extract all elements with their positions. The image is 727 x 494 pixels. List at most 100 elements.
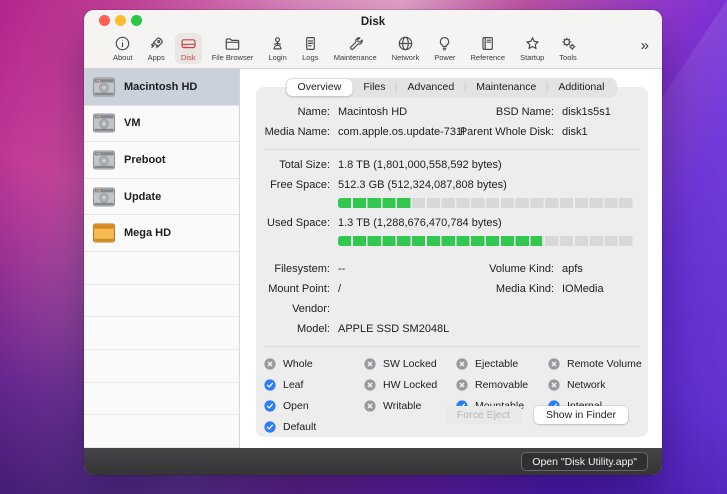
sidebar-empty-row [84, 285, 239, 318]
toolbar-item-login[interactable]: Login [263, 33, 291, 64]
toolbar-item-logs[interactable]: Logs [297, 33, 324, 64]
flag-label: Open [283, 399, 309, 412]
flag-leaf: Leaf [264, 374, 364, 395]
overview-rows: Name: Macintosh HD BSD Name: disk1s5s1 Media… [256, 103, 648, 347]
tab-overview[interactable]: Overview [286, 79, 353, 96]
main-content: Overview Files Advanced Maintenance Addition… [240, 69, 662, 448]
field-label: Parent Whole Disk: [459, 126, 554, 138]
toolbar-item-apps[interactable]: Apps [143, 33, 170, 64]
sidebar-item-label: Macintosh HD [124, 80, 198, 93]
toolbar-item-power[interactable]: Power [429, 33, 460, 64]
tab-advanced[interactable]: Advanced [395, 79, 465, 96]
field-row-model: Model: APPLE SSD SM2048L [256, 320, 648, 340]
toolbar-item-startup[interactable]: Startup [515, 33, 549, 64]
sidebar-empty-row [84, 383, 239, 416]
tab-maintenance[interactable]: Maintenance [464, 79, 547, 96]
field-label: Media Name: [264, 126, 330, 138]
flag-label: HW Locked [383, 378, 438, 391]
sidebar-item-mega-hd[interactable]: Mega HD [84, 215, 239, 253]
show-in-finder-button[interactable]: Show in Finder [533, 406, 628, 424]
toolbar-item-label: Disk [180, 53, 196, 62]
field-row-vendor: Vendor: [256, 300, 648, 320]
zoom-button[interactable] [131, 15, 142, 26]
field-row-name: Name: Macintosh HD BSD Name: disk1s5s1 [256, 103, 648, 123]
field-value: APPLE SSD SM2048L [338, 323, 450, 335]
lightbulb-icon [436, 35, 453, 52]
sidebar-empty-row [84, 317, 239, 351]
flags-column: Remote VolumeNetworkInternal [548, 353, 642, 437]
field-label: Total Size: [279, 159, 330, 171]
field-label: Mount Point: [268, 283, 330, 295]
flag-writable: Writable [364, 395, 456, 416]
capacity-bar-segments [338, 236, 634, 246]
field-row-total-size: Total Size: 1.8 TB (1,801,000,558,592 byt… [256, 156, 648, 176]
wrench-icon [347, 35, 364, 52]
toolbar-overflow-chevron-icon[interactable]: » [641, 38, 649, 53]
field-value: com.apple.os.update-731l [338, 126, 465, 138]
toolbar-item-disk[interactable]: Disk [174, 33, 202, 64]
field-label: Name: [297, 106, 330, 118]
tab-files[interactable]: Files [352, 79, 396, 96]
check-circle-icon [264, 420, 276, 433]
traffic-lights [99, 15, 142, 26]
toolbar-item-label: Startup [520, 53, 545, 62]
field-row-mount-point: Mount Point: / Media Kind: IOMedia [256, 280, 648, 300]
force-eject-button: Force Eject [444, 406, 522, 424]
field-value: 1.8 TB (1,801,000,558,592 bytes) [338, 159, 502, 171]
sidebar-empty-row [84, 252, 239, 285]
folder-icon [224, 35, 241, 52]
flag-removable: Removable [456, 374, 548, 395]
flag-whole: Whole [264, 353, 364, 374]
toolbar-item-label: Tools [559, 53, 577, 62]
login-icon [269, 35, 286, 52]
toolbar-item-reference[interactable]: Reference [466, 33, 511, 64]
field-label: Media Kind: [495, 283, 554, 295]
field-value: disk1s5s1 [562, 106, 611, 118]
minimize-button[interactable] [115, 15, 126, 26]
x-circle-icon [548, 378, 560, 391]
sidebar-item-vm[interactable]: VM [84, 106, 239, 143]
window-title: Disk [360, 15, 386, 28]
panel-buttons: Force Eject Show in Finder [444, 406, 628, 424]
field-value: Macintosh HD [338, 106, 408, 118]
flag-label: Default [283, 420, 317, 433]
field-value: IOMedia [562, 283, 604, 295]
flag-hw-locked: HW Locked [364, 374, 456, 395]
internal-drive-icon [92, 186, 116, 208]
flag-label: Remote Volume [567, 357, 642, 370]
field-label: Used Space: [267, 217, 330, 229]
flag-label: Network [567, 378, 606, 391]
capacity-bar [338, 236, 634, 246]
toolbar-item-about[interactable]: About [108, 33, 138, 64]
sidebar-item-preboot[interactable]: Preboot [84, 142, 239, 179]
tab-bar: Overview Files Advanced Maintenance Addition… [285, 78, 617, 97]
sidebar-item-macintosh-hd[interactable]: Macintosh HD [84, 69, 239, 106]
toolbar-item-label: Apps [147, 53, 165, 62]
toolbar-item-network[interactable]: Network [387, 33, 425, 64]
x-circle-icon [456, 357, 468, 370]
toolbar-item-label: File Browser [211, 53, 254, 62]
window-body: Macintosh HD VM Preboot Update Mega HD Overv… [84, 69, 662, 448]
x-circle-icon [364, 357, 376, 370]
flag-network: Network [548, 374, 642, 395]
flags-column: SW Locked HW Locked Writable [364, 353, 456, 437]
tab-additional[interactable]: Additional [546, 79, 615, 96]
capacity-bar-segments [338, 198, 634, 208]
open-disk-utility-button[interactable]: Open "Disk Utility.app" [521, 452, 648, 471]
sidebar-item-label: Update [124, 190, 162, 203]
field-label: Model: [296, 323, 330, 335]
info-icon [114, 35, 131, 52]
flag-label: Writable [383, 399, 422, 412]
sidebar-item-update[interactable]: Update [84, 179, 239, 216]
flags-column: Whole Leaf Open Default [264, 353, 364, 437]
toolbar-item-label: Logs [302, 53, 319, 62]
sidebar-item-label: Preboot [124, 154, 166, 167]
panel-divider [264, 149, 640, 150]
close-button[interactable] [99, 15, 110, 26]
capacity-bar [338, 198, 634, 208]
toolbar-item-tools[interactable]: Tools [554, 33, 582, 64]
flag-sw-locked: SW Locked [364, 353, 456, 374]
toolbar-item-maintenance[interactable]: Maintenance [329, 33, 382, 64]
toolbar-item-file-browser[interactable]: File Browser [207, 33, 259, 64]
rocket-icon [148, 35, 165, 52]
